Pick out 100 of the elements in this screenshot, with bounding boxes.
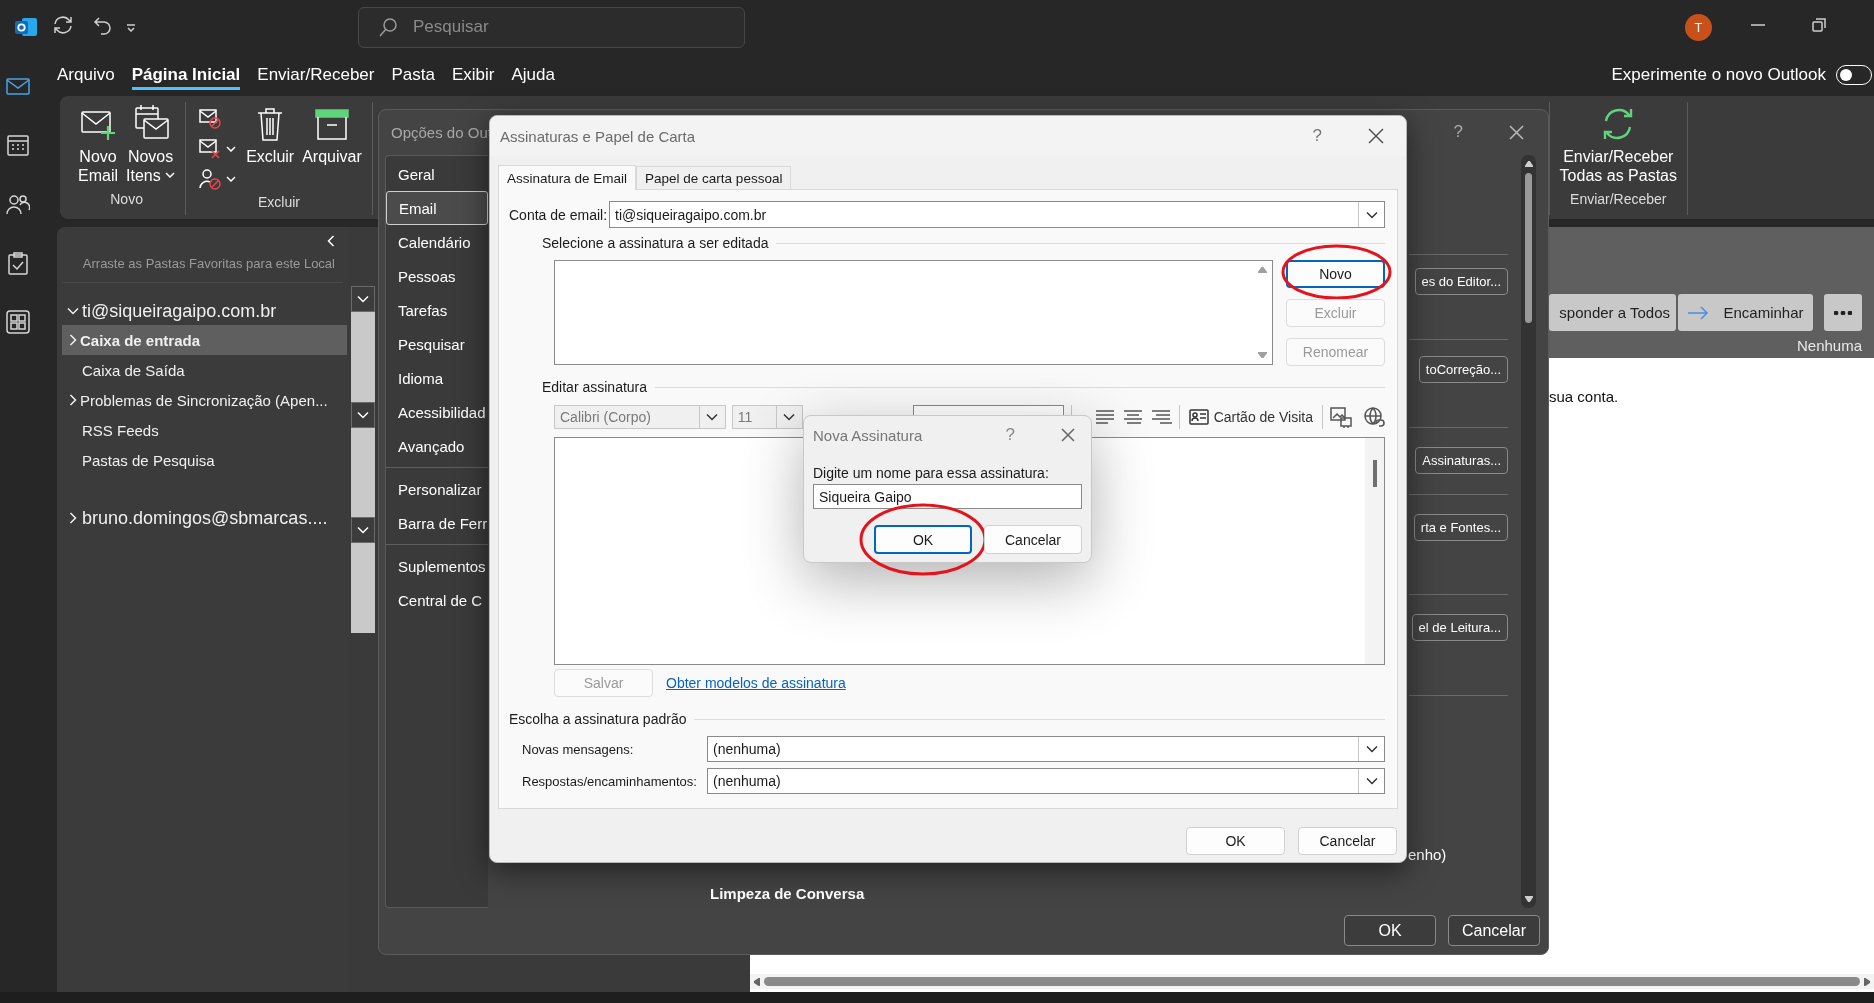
close-icon[interactable] xyxy=(1368,128,1384,144)
folder-item[interactable]: Pastas de Pesquisa xyxy=(62,445,347,475)
nav-item[interactable]: Email xyxy=(386,191,488,225)
group-label: Excluir xyxy=(256,194,301,212)
ribbon-button[interactable]: Arquivar xyxy=(298,104,366,166)
clipboard-check-icon[interactable] xyxy=(6,251,30,275)
dialog-button[interactable]: Cancelar xyxy=(984,525,1082,554)
picture-icon[interactable] xyxy=(1330,405,1352,428)
tab[interactable]: Papel de carta pessoal xyxy=(636,166,792,189)
vertical-scrollbar[interactable] xyxy=(1521,155,1536,908)
help-button[interactable]: ? xyxy=(1453,122,1463,142)
menu-tab[interactable]: Pasta xyxy=(391,60,435,90)
more-button[interactable] xyxy=(1824,294,1862,331)
dialog-button[interactable]: Cancelar xyxy=(1448,915,1540,946)
nav-item[interactable]: Acessibilidad xyxy=(386,395,488,429)
group-label: Novo xyxy=(109,191,144,209)
calendar-icon[interactable] xyxy=(6,133,30,157)
close-icon[interactable] xyxy=(1509,124,1524,140)
align-center-icon[interactable] xyxy=(1121,408,1144,425)
menu-tab[interactable]: Arquivo xyxy=(57,60,115,90)
nav-item[interactable]: Avançado xyxy=(386,429,488,463)
restore-icon[interactable] xyxy=(1812,18,1826,32)
nav-item[interactable]: Central de C xyxy=(386,583,488,617)
collapse-button[interactable] xyxy=(351,286,375,312)
folder-item[interactable]: Caixa de Saída xyxy=(62,355,347,385)
signature-dropdown[interactable]: (nenhuma) xyxy=(707,768,1385,794)
undo-icon[interactable] xyxy=(92,15,112,35)
action-button[interactable]: sponder a Todos xyxy=(1549,294,1676,331)
folder-item[interactable]: Problemas de Sincronização (Apen... xyxy=(62,385,347,415)
chevron-down-icon xyxy=(706,412,719,421)
scroll-down-icon[interactable] xyxy=(1524,896,1533,902)
nav-item[interactable]: Calendário xyxy=(386,225,488,259)
nav-item[interactable]: Tarefas xyxy=(386,293,488,327)
signature-dropdown[interactable]: (nenhuma) xyxy=(707,736,1385,762)
options-button[interactable]: toCorreção... xyxy=(1418,356,1508,383)
apps-grid-icon[interactable] xyxy=(6,310,30,334)
collapse-button[interactable] xyxy=(351,402,375,428)
menu-tab[interactable]: Enviar/Receber xyxy=(257,60,375,90)
options-button[interactable]: es do Editor... xyxy=(1414,268,1508,295)
app-logo-icon xyxy=(14,15,38,39)
field-label: Conta de email: xyxy=(509,206,609,223)
templates-link[interactable]: Obter modelos de assinatura xyxy=(666,675,846,691)
options-button[interactable]: el de Leitura... xyxy=(1411,614,1508,641)
chevron-down-icon xyxy=(1365,777,1378,785)
dialog-button[interactable]: OK xyxy=(1186,827,1285,855)
contact-card-icon xyxy=(1188,408,1209,425)
ribbon-button[interactable]: Novos Itens xyxy=(122,104,180,185)
menu-tab[interactable]: Página Inicial xyxy=(131,60,241,90)
horizontal-scrollbar[interactable] xyxy=(750,974,1874,989)
field-label: Novas mensagens: xyxy=(521,741,635,757)
scroll-left-icon[interactable] xyxy=(754,977,760,986)
menu-tab[interactable]: Ajuda xyxy=(511,60,555,90)
nav-item[interactable]: Suplementos xyxy=(386,549,488,583)
scrollbar-thumb[interactable] xyxy=(1525,173,1532,323)
account-folder[interactable]: ti@siqueiragaipo.com.br xyxy=(57,297,349,325)
action-button[interactable]: Encaminhar xyxy=(1678,294,1813,331)
chevron-down-icon xyxy=(357,295,369,303)
align-left-icon[interactable] xyxy=(1093,408,1116,425)
collapse-button[interactable] xyxy=(351,517,375,543)
scroll-up-icon[interactable] xyxy=(1524,161,1533,167)
close-icon[interactable] xyxy=(1061,428,1075,442)
sync-icon[interactable] xyxy=(52,14,74,36)
nav-item[interactable]: Pessoas xyxy=(386,259,488,293)
dialog-button[interactable]: Cancelar xyxy=(1298,827,1397,855)
business-card-button[interactable]: Cartão de Visita xyxy=(1186,408,1315,425)
envelope-blocked-icon xyxy=(198,107,223,131)
menu-tab[interactable]: Exibir xyxy=(451,60,495,90)
tab[interactable]: Assinatura de Email xyxy=(498,165,637,190)
scroll-right-icon[interactable] xyxy=(1864,977,1870,986)
ribbon-button[interactable]: Excluir xyxy=(242,104,299,166)
dropdown-caret-icon[interactable] xyxy=(126,24,136,32)
ribbon-button[interactable]: Enviar/Receber Todas as Pastas xyxy=(1555,104,1681,185)
nav-item[interactable]: Idioma xyxy=(386,361,488,395)
avatar[interactable]: T xyxy=(1685,13,1712,41)
nav-item[interactable]: Barra de Ferr xyxy=(386,506,488,540)
collapse-icon[interactable] xyxy=(327,234,335,247)
search-field[interactable]: Pesquisar xyxy=(358,6,745,48)
ribbon-button[interactable]: Novo Email xyxy=(74,104,122,185)
nav-item[interactable]: Pesquisar xyxy=(386,327,488,361)
scrollbar-thumb[interactable] xyxy=(764,977,1860,986)
options-button[interactable]: Assinaturas... xyxy=(1415,447,1508,474)
nav-item[interactable]: Geral xyxy=(386,157,488,191)
dialog-button[interactable]: OK xyxy=(1344,915,1436,946)
folder-item[interactable]: RSS Feeds xyxy=(62,415,347,445)
people-icon[interactable] xyxy=(6,192,30,216)
nav-item[interactable]: Personalizar xyxy=(386,472,488,506)
align-right-icon[interactable] xyxy=(1149,408,1172,425)
account-dropdown[interactable]: ti@siqueiragaipo.com.br xyxy=(609,201,1385,228)
person-blocked-icon xyxy=(198,167,223,191)
hyperlink-icon[interactable] xyxy=(1363,405,1385,428)
chevron-down-icon xyxy=(357,411,369,419)
folder-item[interactable]: Caixa de entrada xyxy=(62,325,347,355)
help-button[interactable]: ? xyxy=(1312,126,1322,146)
account-folder[interactable]: bruno.domingos@sbmarcas.... xyxy=(57,504,349,532)
dialog-button[interactable]: OK xyxy=(874,525,972,554)
scrollbar-thumb[interactable] xyxy=(1372,460,1377,487)
signature-name-field[interactable]: Siqueira Gaipo xyxy=(813,484,1082,509)
options-button[interactable]: rta e Fontes... xyxy=(1413,514,1508,541)
section-label: Selecione a assinatura a ser editada xyxy=(542,235,769,251)
dialog-button[interactable]: Novo xyxy=(1286,260,1385,288)
